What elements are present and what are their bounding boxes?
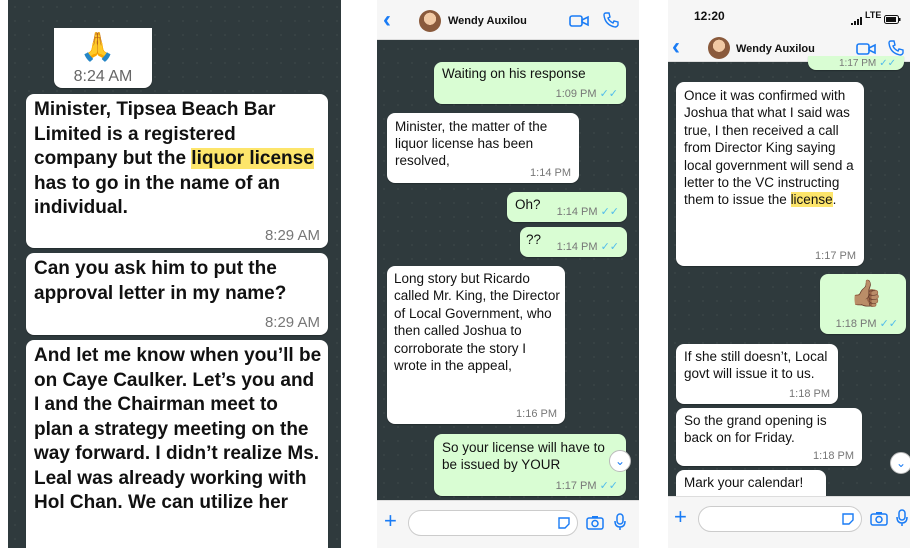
message-time: 1:17 PM (555, 480, 597, 492)
message-text: Once it was confirmed with Joshua that w… (684, 88, 854, 208)
contact-name[interactable]: Wendy Auxilou (448, 15, 527, 27)
back-icon[interactable]: ‹ (672, 35, 680, 59)
read-receipt-icon: ✓✓ (600, 241, 619, 253)
scroll-down-icon[interactable]: ⌄ (890, 452, 910, 474)
message-text: And let me know when you’ll be on Caye C… (34, 345, 322, 513)
chat-panel-2: ‹ Wendy Auxilou Waiting on his response … (377, 0, 639, 548)
status-bar-time: 12:20 (694, 9, 725, 23)
chat-footer: + (377, 500, 639, 548)
message-bubble: 👍🏽 1:18 PM ✓✓ (820, 274, 906, 334)
avatar[interactable] (708, 37, 730, 59)
message-time: 1:09 PM (555, 88, 597, 100)
message-time: 8:29 AM (264, 227, 320, 244)
chat-header: ‹ Wendy Auxilou (377, 0, 639, 40)
thumbs-up-emoji: 👍🏽 (850, 278, 883, 308)
message-bubble: Minister, Tipsea Beach Bar Limited is a … (26, 94, 328, 248)
highlighted-term: license (790, 192, 833, 208)
message-time: 1:18 PM (813, 450, 854, 462)
message-bubble: ?? 1:14 PM ✓✓ (520, 227, 627, 257)
plus-icon[interactable]: + (384, 510, 397, 532)
message-text: Minister, the matter of the liquor licen… (395, 119, 548, 168)
chat-panel-1: 🙏 8:24 AM Minister, Tipsea Beach Bar Lim… (8, 0, 341, 548)
message-time: 1:17 PM (838, 58, 877, 69)
message-bubble: Oh? 1:14 PM ✓✓ (507, 192, 627, 222)
emoji-message: 🙏 8:24 AM (54, 28, 152, 88)
message-time: 1:14 PM (556, 206, 598, 218)
message-text: So your license will have to be issued b… (442, 440, 605, 473)
read-receipt-icon: ✓✓ (599, 88, 618, 100)
message-bubble: Waiting on his response 1:09 PM ✓✓ (434, 62, 626, 104)
message-bubble: Can you ask him to put the approval lett… (26, 253, 328, 335)
message-text: Mark your calendar! (684, 475, 804, 490)
message-text: If she still doesn’t, Local govt will is… (684, 349, 828, 382)
read-receipt-icon: ✓✓ (879, 58, 896, 69)
message-text: ?? (526, 232, 542, 247)
message-time: 1:18 PM (835, 318, 877, 330)
message-time: 1:14 PM (556, 241, 598, 253)
signal-icon (851, 12, 863, 30)
message-bubble: Minister, the matter of the liquor licen… (387, 113, 579, 183)
highlighted-term: liquor license (191, 148, 314, 169)
microphone-icon[interactable] (896, 509, 908, 531)
chat-panel-3: 12:20 LTE ‹ Wendy Auxilou 1:17 PM ✓✓ Once… (668, 0, 910, 548)
message-bubble: Once it was confirmed with Joshua that w… (676, 82, 864, 266)
read-receipt-icon: ✓✓ (600, 206, 619, 218)
back-icon[interactable]: ‹ (383, 8, 391, 32)
message-bubble: If she still doesn’t, Local govt will is… (676, 344, 838, 404)
video-call-icon[interactable] (569, 14, 589, 32)
message-bubble: So your license will have to be issued b… (434, 434, 626, 496)
message-bubble: 1:17 PM ✓✓ (808, 56, 904, 70)
microphone-icon[interactable] (614, 513, 626, 535)
network-label: LTE (865, 10, 882, 20)
message-text: So the grand opening is back on for Frid… (684, 413, 827, 446)
message-input[interactable] (408, 510, 578, 536)
message-text: Oh? (515, 197, 541, 212)
contact-name[interactable]: Wendy Auxilou (736, 43, 815, 55)
phone-icon[interactable] (603, 12, 619, 32)
scroll-down-icon[interactable]: ⌄ (609, 450, 631, 472)
chat-header: 12:20 LTE ‹ Wendy Auxilou (668, 0, 910, 62)
message-input[interactable] (698, 506, 862, 532)
message-bubble: So the grand opening is back on for Frid… (676, 408, 862, 466)
message-text: Minister, Tipsea Beach Bar Limited is a … (34, 99, 314, 218)
message-time: 1:16 PM (516, 408, 557, 420)
message-time: 1:18 PM (789, 388, 830, 400)
folded-hands-emoji: 🙏 (80, 31, 115, 62)
message-text: Long story but Ricardo called Mr. King, … (394, 271, 560, 374)
read-receipt-icon: ✓✓ (879, 318, 898, 330)
camera-icon[interactable] (586, 515, 604, 534)
message-time: 1:17 PM (815, 250, 856, 262)
message-bubble: Long story but Ricardo called Mr. King, … (387, 266, 565, 424)
message-time: 8:24 AM (73, 68, 133, 85)
plus-icon[interactable]: + (674, 506, 687, 528)
sticker-icon[interactable] (557, 516, 571, 534)
message-text: Can you ask him to put the approval lett… (34, 258, 287, 304)
avatar[interactable] (419, 10, 441, 32)
message-text: Waiting on his response (442, 66, 586, 81)
read-receipt-icon: ✓✓ (599, 480, 618, 492)
chat-footer: + (668, 496, 910, 548)
battery-icon (884, 11, 901, 29)
sticker-icon[interactable] (841, 512, 855, 530)
message-bubble: And let me know when you’ll be on Caye C… (26, 340, 328, 548)
message-time: 8:29 AM (264, 314, 320, 331)
message-time: 1:14 PM (530, 167, 571, 179)
camera-icon[interactable] (870, 511, 888, 530)
